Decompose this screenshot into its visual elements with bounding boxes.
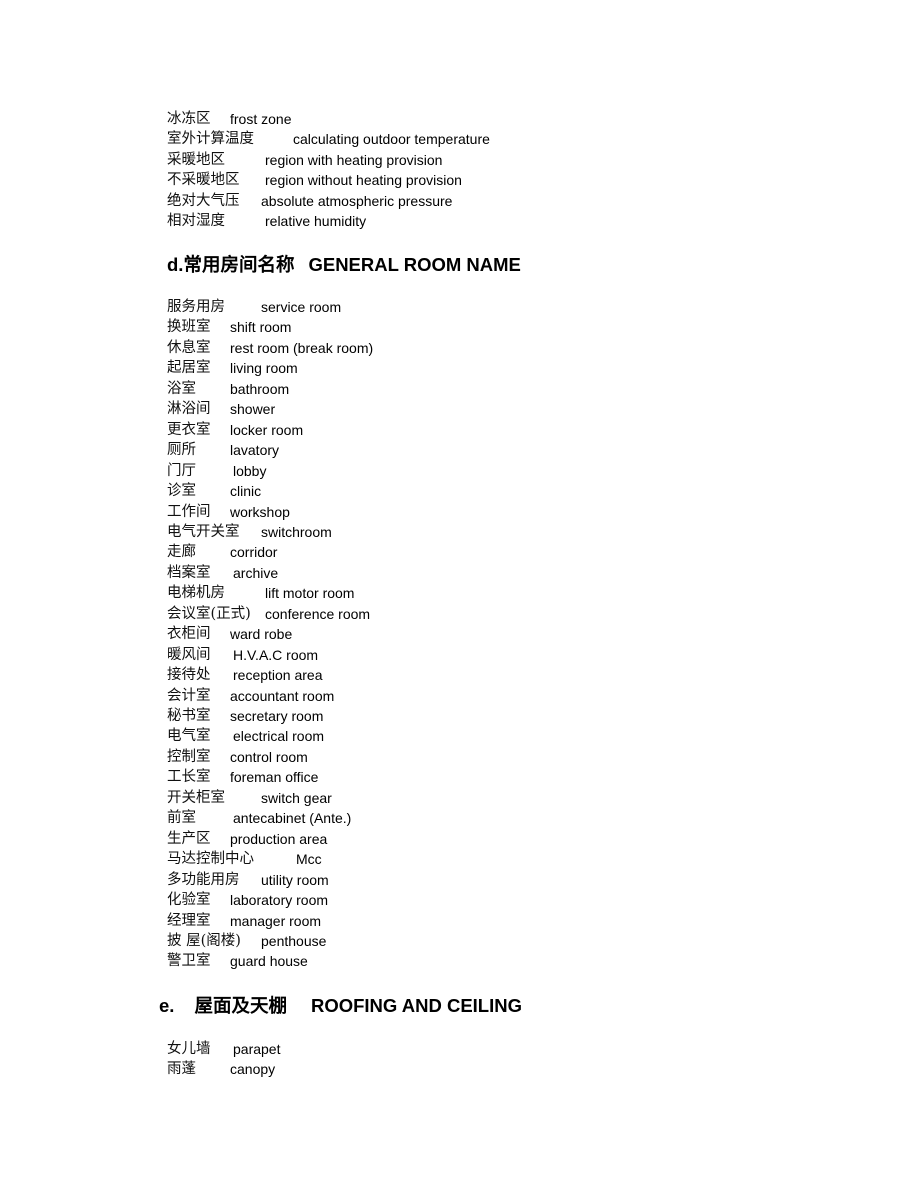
term-zh: 电梯机房 [167, 585, 225, 602]
term-en: workshop [230, 503, 290, 520]
term-en: service room [261, 299, 342, 315]
term-en: reception area [233, 667, 323, 684]
term-en: accountant room [230, 687, 335, 704]
term-en: lavatory [230, 442, 280, 459]
term-zh: 开关柜室 [167, 789, 225, 806]
term-en: utility room [261, 871, 329, 888]
term-en: ward robe [230, 626, 293, 643]
term-zh: 雨蓬 [167, 1061, 196, 1077]
term-zh: 会议室(正式) [167, 605, 251, 622]
term-zh: 服务用房 [167, 299, 225, 315]
term-en: conference room [265, 605, 371, 622]
term-en: antecabinet (Ante.) [233, 810, 352, 827]
term-en: region without heating provision [265, 172, 462, 188]
term-en: switch gear [261, 789, 332, 806]
term-en: Mcc [296, 851, 322, 868]
term-en: canopy [230, 1061, 276, 1077]
term-en: rest room (break room) [230, 339, 374, 356]
term-en: laboratory room [230, 892, 329, 909]
term-zh: 工作间 [167, 503, 211, 520]
term-zh: 工长室 [167, 769, 211, 786]
term-en: clinic [230, 483, 262, 500]
heading-en: ROOFING AND CEILING [310, 995, 522, 1016]
term-en: parapet [233, 1041, 281, 1057]
term-zh: 经理室 [167, 912, 211, 929]
section-e-heading: e. 屋面及天棚 ROOFING AND CEILING [159, 994, 522, 1019]
term-zh: 厕所 [167, 442, 196, 459]
term-en: region with heating provision [265, 152, 443, 168]
term-en: penthouse [261, 932, 327, 949]
term-zh: 门厅 [167, 462, 196, 479]
term-zh: 电气开关室 [167, 523, 240, 540]
term-en: bathroom [230, 380, 290, 397]
term-en: switchroom [261, 523, 332, 540]
term-en: calculating outdoor temperature [293, 131, 490, 147]
term-en: lobby [233, 462, 267, 479]
term-zh: 警卫室 [167, 953, 211, 970]
term-en: H.V.A.C room [233, 646, 319, 663]
term-zh: 换班室 [167, 319, 211, 336]
term-zh: 室外计算温度 [167, 131, 254, 147]
term-zh: 相对湿度 [167, 213, 225, 229]
term-zh: 秘书室 [167, 708, 211, 724]
term-zh: 绝对大气压 [167, 193, 240, 209]
term-en: shower [230, 401, 276, 418]
heading-zh: 常用房间名称 [183, 255, 295, 276]
term-en: production area [230, 830, 328, 847]
term-zh: 暖风间 [167, 646, 211, 663]
heading-prefix: e. [159, 995, 175, 1016]
term-zh: 淋浴间 [167, 401, 211, 418]
term-en: secretary room [230, 708, 324, 724]
term-zh: 更衣室 [167, 421, 211, 438]
term-en: frost zone [230, 111, 292, 127]
term-zh: 不采暖地区 [167, 172, 240, 188]
term-en: lift motor room [265, 585, 355, 602]
term-zh: 多功能用房 [167, 871, 240, 888]
term-zh: 采暖地区 [167, 152, 225, 168]
section-d-heading: d.常用房间名称 GENERAL ROOM NAME [167, 253, 521, 278]
term-zh: 电气室 [167, 728, 211, 745]
term-zh: 生产区 [167, 830, 211, 847]
term-en: corridor [230, 544, 278, 561]
term-en: foreman office [230, 769, 319, 786]
term-zh: 接待处 [167, 667, 211, 684]
heading-zh: 屋面及天棚 [194, 996, 287, 1017]
term-zh: 披 屋(阁楼) [167, 932, 241, 949]
heading-prefix: d. [167, 254, 184, 275]
term-zh: 冰冻区 [167, 111, 211, 127]
term-en: electrical room [233, 728, 325, 745]
term-zh: 控制室 [167, 748, 211, 765]
term-zh: 走廊 [167, 544, 196, 561]
term-en: archive [233, 564, 279, 581]
term-zh: 会计室 [167, 687, 211, 704]
term-en: guard house [230, 953, 308, 970]
term-zh: 浴室 [167, 380, 196, 397]
term-zh: 女儿墙 [167, 1041, 211, 1057]
term-zh: 化验室 [167, 892, 211, 909]
term-en: shift room [230, 319, 292, 336]
term-zh: 档案室 [167, 564, 211, 581]
term-en: locker room [230, 421, 304, 438]
term-zh: 休息室 [167, 339, 211, 356]
term-zh: 前室 [167, 810, 196, 827]
heading-en: GENERAL ROOM NAME [308, 254, 521, 275]
term-en: living room [230, 360, 298, 377]
term-zh: 衣柜间 [167, 626, 211, 643]
term-zh: 诊室 [167, 483, 196, 500]
term-zh: 起居室 [167, 360, 211, 377]
term-en: control room [230, 748, 308, 765]
term-en: manager room [230, 912, 322, 929]
term-zh: 马达控制中心 [167, 851, 254, 868]
term-en: absolute atmospheric pressure [261, 193, 453, 209]
term-en: relative humidity [265, 213, 367, 229]
